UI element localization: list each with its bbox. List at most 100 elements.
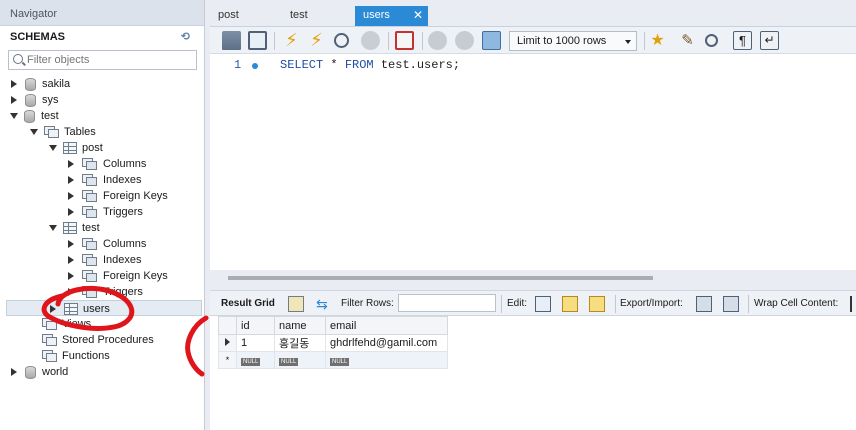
expand-arrow-icon[interactable] <box>68 192 74 201</box>
cell-id[interactable]: 1 <box>236 334 275 352</box>
columns-icon <box>82 237 98 251</box>
delete-row-icon[interactable] <box>589 296 605 312</box>
cell-null[interactable]: NULL <box>274 351 326 369</box>
open-file-icon[interactable] <box>222 31 241 50</box>
commit-icon[interactable] <box>428 31 447 50</box>
execute-icon[interactable]: ⚡ <box>282 31 301 50</box>
expand-arrow-icon[interactable] <box>68 176 74 185</box>
expand-arrow-icon[interactable] <box>68 256 74 265</box>
filter-objects-box[interactable] <box>8 50 197 70</box>
query-tab-bar: post test users ✕ <box>210 0 856 26</box>
toggle-error-icon[interactable] <box>395 31 414 50</box>
refresh-icon[interactable]: ⟲ <box>181 30 190 43</box>
find-icon[interactable] <box>705 34 718 47</box>
tab-test[interactable]: test <box>282 6 352 26</box>
close-tab-icon[interactable]: ✕ <box>413 6 423 24</box>
tree-functions-folder[interactable]: Functions <box>42 348 110 364</box>
tree-schema-sakila[interactable]: sakila <box>11 76 70 92</box>
form-editor-icon[interactable] <box>288 296 304 312</box>
result-grid-label[interactable]: Result Grid <box>221 298 275 309</box>
wrap-lines-icon[interactable]: ↵ <box>760 31 779 50</box>
editor-results-splitter[interactable] <box>210 270 856 286</box>
tree-test-columns[interactable]: Columns <box>68 236 146 252</box>
tree-schema-test[interactable]: test <box>10 108 59 124</box>
functions-folder-icon <box>42 349 58 363</box>
expand-arrow-icon[interactable] <box>11 96 17 105</box>
add-row-icon[interactable] <box>562 296 578 312</box>
tree-test-foreign-keys[interactable]: Foreign Keys <box>68 268 168 284</box>
expand-arrow-icon[interactable] <box>68 208 74 217</box>
sql-code-line[interactable]: SELECT * FROM test.users; <box>280 58 460 72</box>
refresh-results-icon[interactable]: ⇆ <box>316 296 332 312</box>
column-header-email[interactable]: email <box>325 316 448 335</box>
collapse-arrow-icon[interactable] <box>10 113 18 120</box>
wrap-cell-icon[interactable] <box>850 296 856 312</box>
explain-icon[interactable] <box>334 33 349 48</box>
tree-table-post[interactable]: post <box>49 140 103 156</box>
autocommit-icon[interactable] <box>482 31 501 50</box>
beautify-icon[interactable]: ✎ <box>678 31 697 50</box>
column-header-name[interactable]: name <box>274 316 326 335</box>
tree-post-triggers[interactable]: Triggers <box>68 204 143 220</box>
tree-table-test[interactable]: test <box>49 220 100 236</box>
tree-schema-world[interactable]: world <box>11 364 68 380</box>
expand-arrow-icon[interactable] <box>68 288 74 297</box>
expand-arrow-icon[interactable] <box>68 240 74 249</box>
save-icon[interactable] <box>248 31 267 50</box>
table-reference: test.users; <box>373 58 461 72</box>
tree-stored-procedures-folder[interactable]: Stored Procedures <box>42 332 154 348</box>
invisible-chars-icon[interactable]: ¶ <box>733 31 752 50</box>
edit-label: Edit: <box>507 298 528 309</box>
new-row[interactable]: * NULL NULL NULL <box>218 351 448 369</box>
collapse-arrow-icon[interactable] <box>30 129 38 136</box>
expand-arrow-icon[interactable] <box>50 305 56 314</box>
limit-rows-select[interactable]: Limit to 1000 rows <box>509 31 637 51</box>
tree-table-users[interactable]: users <box>6 300 202 316</box>
cell-email[interactable]: ghdrlfehd@gamil.com <box>325 334 448 352</box>
collapse-arrow-icon[interactable] <box>49 225 57 232</box>
tree-post-foreign-keys[interactable]: Foreign Keys <box>68 188 168 204</box>
edit-cell-icon[interactable] <box>535 296 551 312</box>
rollback-icon[interactable] <box>455 31 474 50</box>
expand-arrow-icon[interactable] <box>68 160 74 169</box>
tree-test-triggers[interactable]: Triggers <box>68 284 143 300</box>
cell-null[interactable]: NULL <box>325 351 448 369</box>
table-icon <box>63 222 77 235</box>
tab-post[interactable]: post <box>210 6 280 26</box>
tree-post-indexes[interactable]: Indexes <box>68 172 142 188</box>
export-import-label: Export/Import: <box>620 298 683 309</box>
tree-tables-folder[interactable]: Tables <box>30 124 96 140</box>
result-grid[interactable]: id name email 1 홍길동 ghdrlfehd@gamil.com … <box>210 316 856 430</box>
expand-arrow-icon[interactable] <box>11 368 17 377</box>
expand-arrow-icon[interactable] <box>68 272 74 281</box>
tab-users[interactable]: users ✕ <box>355 6 428 26</box>
triggers-icon <box>82 285 98 299</box>
execute-current-icon[interactable]: ⚡ <box>307 31 326 50</box>
tree-test-indexes[interactable]: Indexes <box>68 252 142 268</box>
chevron-down-icon <box>625 40 631 44</box>
sql-editor[interactable]: 1 SELECT * FROM test.users; <box>210 54 856 270</box>
filter-rows-input[interactable] <box>398 294 496 312</box>
result-toolbar: Result Grid ⇆ Filter Rows: Edit: Export/… <box>210 290 856 316</box>
column-header-id[interactable]: id <box>236 316 275 335</box>
horizontal-scrollbar[interactable] <box>228 276 653 280</box>
filter-objects-input[interactable] <box>27 53 192 67</box>
navigator-header: Navigator <box>0 0 204 26</box>
table-row[interactable]: 1 홍길동 ghdrlfehd@gamil.com <box>218 334 448 352</box>
tree-views-folder[interactable]: Views <box>42 316 91 332</box>
tree-post-columns[interactable]: Columns <box>68 156 146 172</box>
new-row-marker: * <box>218 351 237 369</box>
tree-schema-sys[interactable]: sys <box>11 92 59 108</box>
sql-editor-toolbar: ⚡ ⚡ Limit to 1000 rows ★ ✎ ¶ ↵ <box>210 26 856 54</box>
keyword-select: SELECT <box>280 58 324 72</box>
row-selector[interactable] <box>218 334 237 352</box>
collapse-arrow-icon[interactable] <box>49 145 57 152</box>
bookmark-star-icon[interactable]: ★ <box>648 31 667 50</box>
cell-null[interactable]: NULL <box>236 351 275 369</box>
cell-name[interactable]: 홍길동 <box>274 334 326 352</box>
stop-icon[interactable] <box>361 31 380 50</box>
export-icon[interactable] <box>696 296 712 312</box>
wrap-cell-label: Wrap Cell Content: <box>754 298 839 309</box>
expand-arrow-icon[interactable] <box>11 80 17 89</box>
import-icon[interactable] <box>723 296 739 312</box>
